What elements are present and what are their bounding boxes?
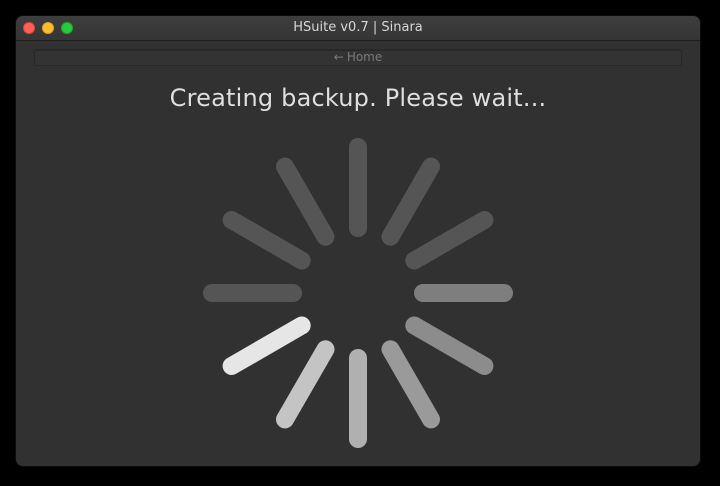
spinner-spoke — [222, 211, 311, 270]
spinner-spoke — [222, 316, 311, 375]
spinner-spoke — [276, 157, 335, 246]
spinner-spoke — [381, 157, 440, 246]
loading-spinner — [203, 138, 513, 448]
app-window: HSuite v0.7 | Sinara ← Home Creating back… — [16, 16, 700, 466]
spinner-spoke — [405, 316, 494, 375]
spinner-spoke — [381, 340, 440, 429]
spinner-spoke — [276, 340, 335, 429]
spinner-spoke — [405, 211, 494, 270]
